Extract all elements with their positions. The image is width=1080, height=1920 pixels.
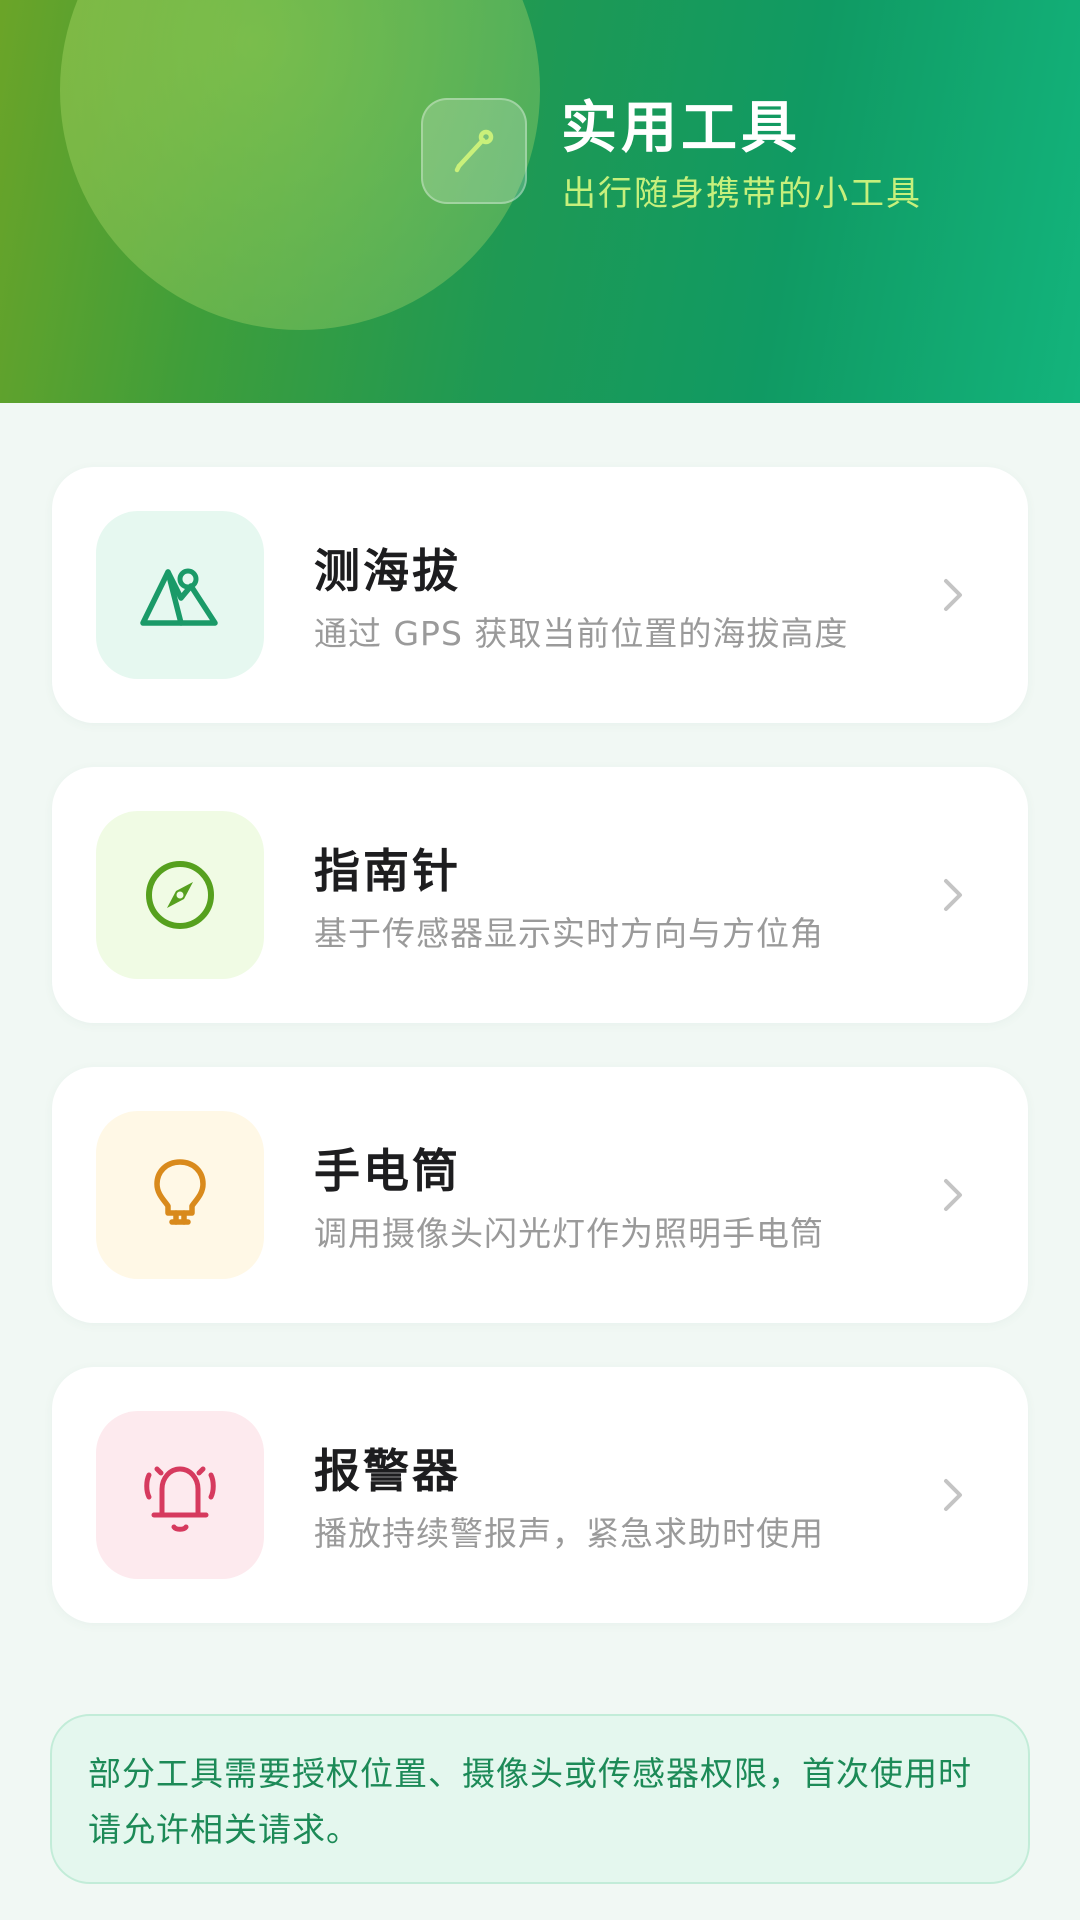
notice-text: 部分工具需要授权位置、摄像头或传感器权限，首次使用时请允许相关请求。 <box>88 1754 972 1849</box>
tool-title: 指南针 <box>314 844 461 898</box>
mountain-icon <box>140 568 218 626</box>
compass-icon <box>146 861 214 929</box>
chevron-right-icon <box>944 579 962 611</box>
header-icon-container <box>421 98 527 204</box>
tool-card-altitude[interactable]: 测海拔 通过 GPS 获取当前位置的海拔高度 <box>52 467 1028 723</box>
tool-icon-container <box>96 811 264 979</box>
pen-icon <box>454 129 494 173</box>
permission-notice: 部分工具需要授权位置、摄像头或传感器权限，首次使用时请允许相关请求。 <box>50 1714 1030 1884</box>
tool-icon-container <box>96 511 264 679</box>
tool-title: 测海拔 <box>314 544 461 598</box>
tool-icon-container <box>96 1411 264 1579</box>
header-banner: 实用工具 出行随身携带的小工具 <box>0 0 1080 403</box>
chevron-right-icon <box>944 1479 962 1511</box>
page-title: 实用工具 <box>561 96 801 161</box>
chevron-right-icon <box>944 879 962 911</box>
tool-description: 基于传感器显示实时方向与方位角 <box>314 914 824 953</box>
tool-description: 调用摄像头闪光灯作为照明手电筒 <box>314 1214 824 1253</box>
tool-card-alarm[interactable]: 报警器 播放持续警报声，紧急求助时使用 <box>52 1367 1028 1623</box>
tool-title: 手电筒 <box>314 1144 461 1198</box>
tool-description: 通过 GPS 获取当前位置的海拔高度 <box>314 614 849 653</box>
lightbulb-icon <box>154 1159 206 1225</box>
tool-card-flashlight[interactable]: 手电筒 调用摄像头闪光灯作为照明手电筒 <box>52 1067 1028 1323</box>
tool-description: 播放持续警报声，紧急求助时使用 <box>314 1514 824 1553</box>
page-subtitle: 出行随身携带的小工具 <box>562 174 922 214</box>
tool-card-compass[interactable]: 指南针 基于传感器显示实时方向与方位角 <box>52 767 1028 1023</box>
tool-icon-container <box>96 1111 264 1279</box>
chevron-right-icon <box>944 1179 962 1211</box>
tool-title: 报警器 <box>314 1444 461 1498</box>
bell-alarm-icon <box>144 1466 216 1532</box>
